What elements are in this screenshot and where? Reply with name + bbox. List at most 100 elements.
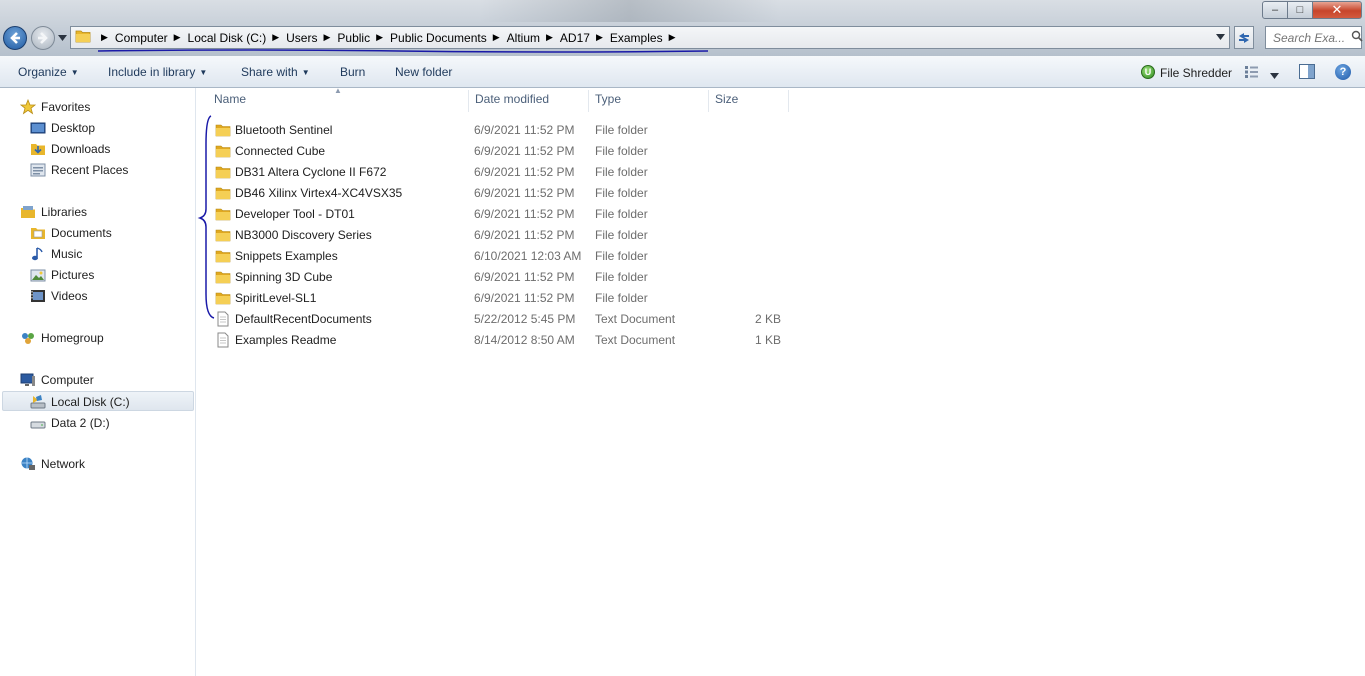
- breadcrumb-arrow-icon[interactable]: ▶: [376, 32, 383, 43]
- breadcrumb-users[interactable]: Users ▶: [286, 31, 337, 45]
- folder-icon: [215, 227, 231, 243]
- file-type: File folder: [595, 123, 648, 137]
- column-divider[interactable]: [468, 90, 469, 112]
- file-date-modified: 6/10/2021 12:03 AM: [474, 249, 582, 263]
- network-icon: [20, 456, 36, 472]
- nav-homegroup[interactable]: Homegroup: [20, 328, 104, 348]
- file-date-modified: 5/22/2012 5:45 PM: [474, 312, 576, 326]
- file-row[interactable]: DB46 Xilinx Virtex4-XC4VSX35 6/9/2021 11:…: [208, 182, 798, 203]
- column-header-name[interactable]: Name: [214, 92, 246, 110]
- column-header-date-modified[interactable]: Date modified: [475, 92, 549, 110]
- forward-button[interactable]: [31, 26, 55, 50]
- arrow-left-icon: [10, 32, 20, 44]
- blurred-title-area: [480, 0, 780, 22]
- file-row[interactable]: Bluetooth Sentinel 6/9/2021 11:52 PM File …: [208, 119, 798, 140]
- nav-network[interactable]: Network: [20, 454, 85, 474]
- recent-pages-dropdown[interactable]: [58, 33, 67, 43]
- nav-pictures[interactable]: Pictures: [30, 265, 94, 285]
- breadcrumb-arrow-icon[interactable]: ▶: [596, 32, 603, 43]
- column-divider[interactable]: [588, 90, 589, 112]
- file-row[interactable]: DefaultRecentDocuments 5/22/2012 5:45 PM T…: [208, 308, 798, 329]
- nav-libraries[interactable]: Libraries: [20, 202, 87, 222]
- nav-favorites[interactable]: Favorites: [20, 97, 90, 117]
- file-row[interactable]: Connected Cube 6/9/2021 11:52 PM File fold…: [208, 140, 798, 161]
- search-input[interactable]: [1271, 29, 1351, 46]
- breadcrumb-local-disk[interactable]: Local Disk (C:) ▶: [188, 31, 287, 45]
- file-type: File folder: [595, 144, 648, 158]
- file-row[interactable]: DB31 Altera Cyclone II F672 6/9/2021 11:5…: [208, 161, 798, 182]
- file-row[interactable]: Examples Readme 8/14/2012 8:50 AM Text Doc…: [208, 329, 798, 350]
- breadcrumb-arrow-icon[interactable]: ▶: [669, 32, 676, 43]
- view-options-dropdown[interactable]: [1270, 68, 1279, 82]
- sort-ascending-icon: ▲: [334, 86, 342, 95]
- breadcrumb-root-arrow[interactable]: ▶: [95, 32, 115, 43]
- file-type: File folder: [595, 291, 648, 305]
- chevron-down-icon: ▼: [199, 68, 208, 77]
- downloads-folder-icon: [30, 141, 46, 157]
- folder-icon: [215, 269, 231, 285]
- back-button[interactable]: [3, 26, 27, 50]
- preview-pane-button[interactable]: [1299, 64, 1315, 82]
- column-divider[interactable]: [708, 90, 709, 112]
- column-header-size[interactable]: Size: [715, 92, 738, 110]
- organize-menu[interactable]: Organize ▼: [18, 65, 79, 79]
- close-button[interactable]: ✕: [1312, 1, 1362, 19]
- maximize-button[interactable]: □: [1287, 1, 1313, 19]
- burn-button[interactable]: Burn: [340, 65, 365, 79]
- file-type: File folder: [595, 249, 648, 263]
- include-in-library-menu[interactable]: Include in library ▼: [108, 65, 207, 79]
- search-box[interactable]: [1265, 26, 1363, 49]
- refresh-button[interactable]: [1234, 26, 1254, 49]
- column-divider[interactable]: [788, 90, 789, 112]
- file-row[interactable]: Snippets Examples 6/10/2021 12:03 AM File …: [208, 245, 798, 266]
- text-document-icon: [215, 332, 231, 348]
- change-view-button[interactable]: [1244, 65, 1260, 82]
- star-icon: [20, 99, 36, 115]
- address-bar[interactable]: ▶ Computer ▶ Local Disk (C:) ▶ Users ▶ Publ…: [70, 26, 1230, 49]
- libraries-icon: [20, 204, 36, 220]
- share-with-menu[interactable]: Share with ▼: [241, 65, 310, 79]
- file-row[interactable]: NB3000 Discovery Series 6/9/2021 11:52 PM…: [208, 224, 798, 245]
- file-row[interactable]: Developer Tool - DT01 6/9/2021 11:52 PM Fi…: [208, 203, 798, 224]
- breadcrumb-arrow-icon[interactable]: ▶: [323, 32, 330, 43]
- breadcrumb-arrow-icon[interactable]: ▶: [546, 32, 553, 43]
- breadcrumb-altium[interactable]: Altium ▶: [507, 31, 560, 45]
- minimize-button[interactable]: –: [1262, 1, 1288, 19]
- file-date-modified: 6/9/2021 11:52 PM: [474, 165, 575, 179]
- file-shredder-button[interactable]: File Shredder: [1160, 66, 1232, 80]
- nav-desktop[interactable]: Desktop: [30, 118, 95, 138]
- chevron-down-icon: ▼: [301, 68, 310, 77]
- nav-music[interactable]: Music: [30, 244, 82, 264]
- new-folder-button[interactable]: New folder: [395, 65, 452, 79]
- chevron-down-icon: [58, 35, 67, 41]
- nav-recent-places[interactable]: Recent Places: [30, 160, 128, 180]
- address-history-dropdown[interactable]: [1216, 32, 1225, 42]
- breadcrumb-arrow-icon[interactable]: ▶: [174, 32, 181, 43]
- breadcrumb-arrow-icon[interactable]: ▶: [493, 32, 500, 43]
- nav-videos[interactable]: Videos: [30, 286, 87, 306]
- folder-icon: [215, 248, 231, 264]
- breadcrumb-computer[interactable]: Computer ▶: [115, 31, 188, 45]
- nav-computer[interactable]: Computer: [20, 370, 94, 390]
- file-row[interactable]: SpiritLevel-SL1 6/9/2021 11:52 PM File fol…: [208, 287, 798, 308]
- chevron-down-icon: [1216, 34, 1225, 40]
- help-icon[interactable]: ?: [1335, 64, 1351, 80]
- file-name: Examples Readme: [235, 333, 337, 347]
- file-date-modified: 6/9/2021 11:52 PM: [474, 228, 575, 242]
- breadcrumb-arrow-icon[interactable]: ▶: [272, 32, 279, 43]
- nav-local-disk-c[interactable]: Local Disk (C:): [30, 392, 130, 412]
- breadcrumb-ad17[interactable]: AD17 ▶: [560, 31, 610, 45]
- file-shredder-icon[interactable]: U: [1141, 65, 1155, 79]
- breadcrumb-public[interactable]: Public ▶: [337, 31, 390, 45]
- column-header-type[interactable]: Type: [595, 92, 621, 110]
- nav-data-2-d[interactable]: Data 2 (D:): [30, 413, 110, 433]
- file-type: File folder: [595, 165, 648, 179]
- file-name: DB46 Xilinx Virtex4-XC4VSX35: [235, 186, 403, 200]
- file-row[interactable]: Spinning 3D Cube 6/9/2021 11:52 PM File fo…: [208, 266, 798, 287]
- nav-documents[interactable]: Documents: [30, 223, 112, 243]
- breadcrumb-public-documents[interactable]: Public Documents ▶: [390, 31, 507, 45]
- text-document-icon: [215, 311, 231, 327]
- search-icon[interactable]: [1351, 30, 1363, 45]
- nav-downloads[interactable]: Downloads: [30, 139, 110, 159]
- breadcrumb-examples[interactable]: Examples ▶: [610, 31, 683, 45]
